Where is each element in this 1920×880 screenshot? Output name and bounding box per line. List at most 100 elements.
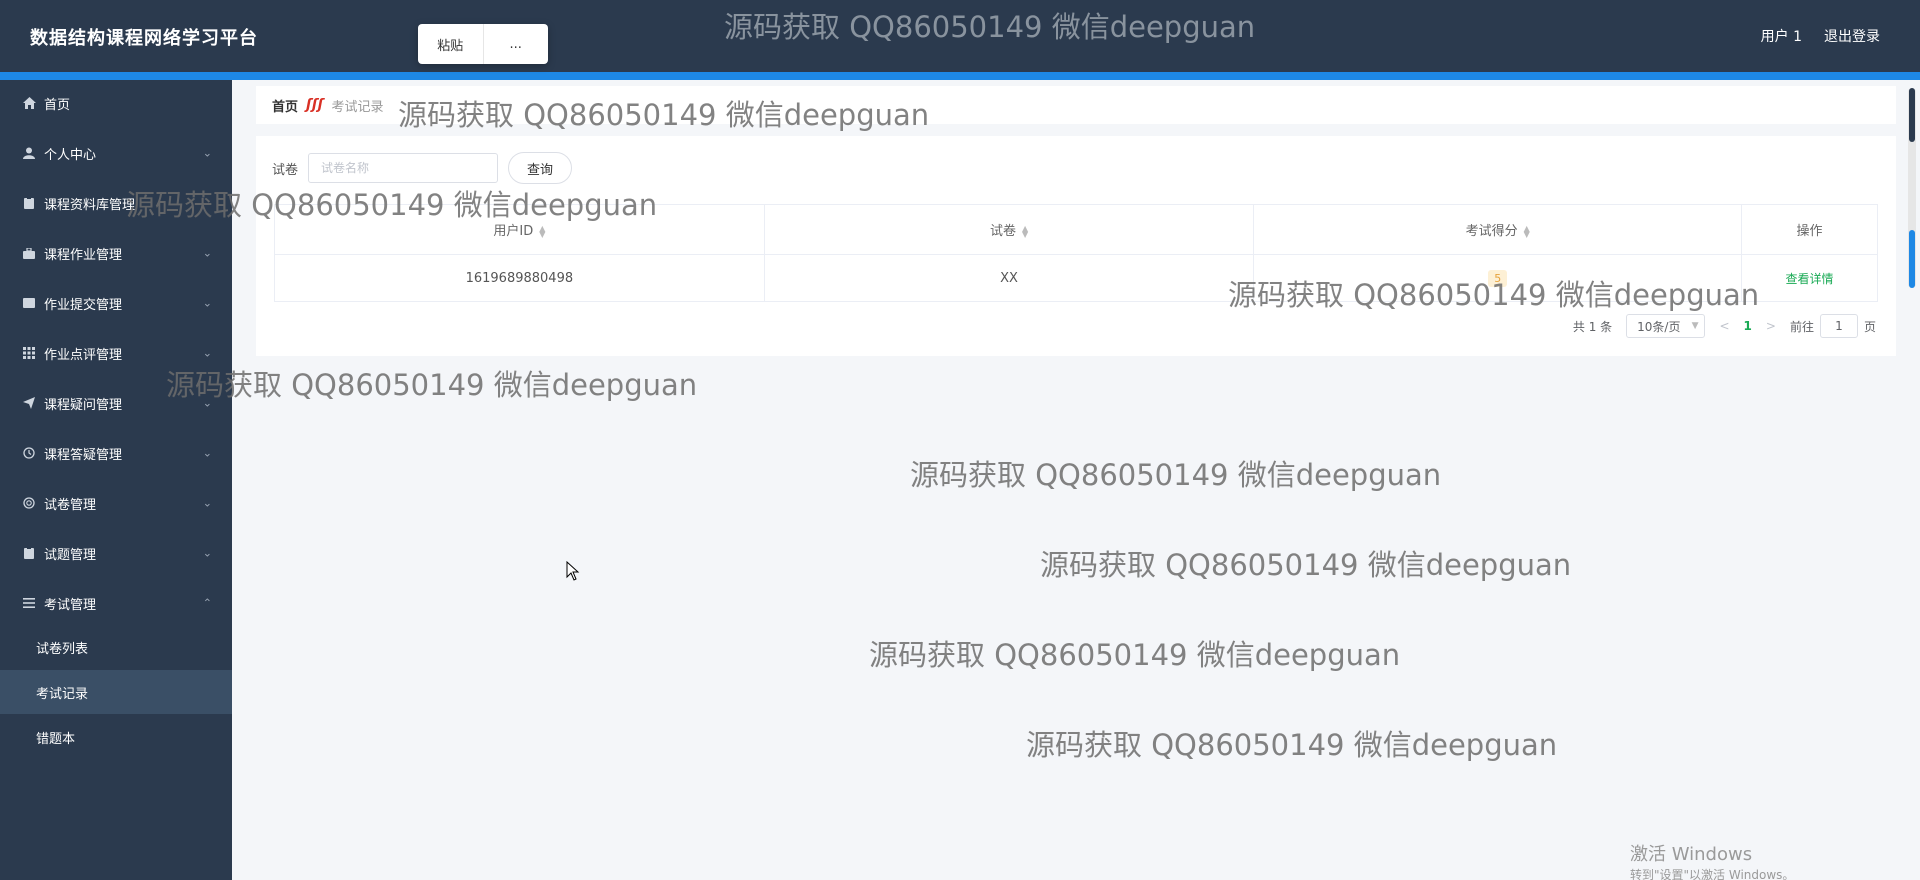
chevron-down-icon: ⌄ [202,346,212,360]
user-name[interactable]: 用户 1 [1761,26,1802,46]
home-icon [22,96,36,110]
sidebar-item-label: 个人中心 [44,147,97,163]
search-label: 试卷 [272,162,299,178]
score-badge: 5 [1488,269,1508,287]
page-size-select[interactable]: 10条/页 ▼ [1626,314,1706,338]
sidebar-item-home[interactable]: 首页 [0,78,232,128]
sidebar-subitem-paper-list[interactable]: 试卷列表 [0,625,232,669]
sidebar-subitem-wrong-questions[interactable]: 错题本 [0,715,232,759]
windows-activation-title: 激活 Windows [1630,844,1753,865]
sidebar-subitem-exam-records[interactable]: 考试记录 [0,670,232,714]
pagination: 共 1 条 10条/页 ▼ < 1 > 前往 1 页 [1573,314,1876,338]
breadcrumb: 首页 ʃʃʃ 考试记录 [256,86,1896,124]
top-accent-bar [0,72,1920,80]
table-header-row: 用户ID ▲ ▼ 试卷 ▲ ▼ 考试得分 ▲ ▼ 操作 [274,204,1878,255]
total-count: 共 1 条 [1572,319,1613,334]
breadcrumb-separator-icon: ʃʃʃ [306,97,324,113]
sidebar-item-review[interactable]: 作业点评管理 ⌄ [0,328,232,378]
column-label: 考试得分 [1465,224,1518,239]
clock-icon [22,446,36,460]
top-bar: 数据结构课程网络学习平台 源码获取 QQ86050149 微信deepguan … [0,0,1920,72]
sidebar-item-personal[interactable]: 个人中心 ⌄ [0,128,232,178]
sidebar-item-label: 作业点评管理 [44,347,123,363]
goto-label: 前往 [1789,319,1814,334]
briefcase-icon [22,246,36,260]
column-label: 用户ID [493,224,534,239]
sidebar-item-label: 课程疑问管理 [44,397,123,413]
chevron-down-icon: ⌄ [202,246,212,260]
breadcrumb-home[interactable]: 首页 [272,96,298,115]
page-suffix: 页 [1863,319,1876,334]
logout-link[interactable]: 退出登录 [1824,26,1880,46]
user-icon [22,146,36,160]
search-input[interactable] [308,153,499,183]
more-button[interactable]: ... [482,24,549,64]
current-page[interactable]: 1 [1744,319,1752,333]
sidebar-item-label: 课程资料库管理 [44,197,136,213]
sidebar-item-submission[interactable]: 作业提交管理 ⌄ [0,278,232,328]
paste-button[interactable]: 粘贴 [418,24,483,64]
sidebar-item-exams[interactable]: 考试管理 ⌃ [0,578,232,628]
prev-page-icon[interactable]: < [1719,319,1729,333]
search-bar: 试卷 查询 [272,152,573,184]
goto-page: 前往 1 页 [1790,314,1876,338]
scrollbar-thumb[interactable] [1909,230,1915,288]
sidebar-item-homework[interactable]: 课程作业管理 ⌄ [0,228,232,278]
chevron-down-icon: ⌄ [202,296,212,310]
column-header-paper[interactable]: 试卷 ▲ ▼ [763,204,1255,255]
sidebar-item-materials[interactable]: 课程资料库管理 [0,178,232,228]
chevron-up-icon: ⌃ [202,596,212,610]
top-right-menu: 用户 1 退出登录 [1761,26,1880,46]
clipboard-icon [22,196,36,210]
column-header-score[interactable]: 考试得分 ▲ ▼ [1253,204,1743,255]
watermark-text: 源码获取 QQ86050149 微信deepguan [724,10,1256,44]
page-size-value: 10条/页 [1637,319,1681,334]
chevron-down-icon: ⌄ [202,146,212,160]
context-popup: 粘贴 ... [418,24,548,64]
search-button[interactable]: 查询 [508,152,573,184]
column-header-user-id[interactable]: 用户ID ▲ ▼ [274,204,765,255]
watermark-text: 源码获取 QQ86050149 微信deepguan [869,638,1401,672]
column-label: 试卷 [989,224,1016,239]
scrollbar-top-thumb[interactable] [1909,88,1915,142]
watermark-text: 源码获取 QQ86050149 微信deepguan [910,458,1442,492]
cell-paper: XX [763,254,1255,302]
sidebar-item-label: 课程作业管理 [44,247,123,263]
next-page-icon[interactable]: > [1766,319,1776,333]
chevron-down-icon: ⌄ [202,446,212,460]
send-icon [22,396,36,410]
sidebar-item-label: 试卷管理 [44,497,97,513]
circle-icon [22,496,36,510]
sort-icon[interactable]: ▲ ▼ [1524,224,1530,238]
sort-icon[interactable]: ▲ ▼ [539,224,545,238]
grid-icon [22,346,36,360]
sidebar-item-label: 作业提交管理 [44,297,123,313]
main-panel: 试卷 查询 用户ID ▲▼ 试卷 ▲▼ 考试得分 ▲▼ 操作 161968988049… [256,136,1896,356]
sidebar-item-question-bank[interactable]: 试题管理 ⌄ [0,528,232,578]
column-label: 操作 [1796,224,1823,239]
watermark-text: 源码获取 QQ86050149 微信deepguan [1026,728,1558,762]
chevron-down-icon: ⌄ [202,496,212,510]
sidebar-item-answers[interactable]: 课程答疑管理 ⌄ [0,428,232,478]
clipboard-icon [22,546,36,560]
chevron-down-icon: ⌄ [202,546,212,560]
cell-score: 5 [1253,254,1743,302]
sidebar-item-label: 课程答疑管理 [44,447,123,463]
cell-actions: 查看详情 [1741,254,1878,302]
folder-icon [22,296,36,310]
sidebar-item-label: 首页 [44,97,71,113]
sidebar-item-label: 试题管理 [44,547,97,563]
list-icon [22,596,36,610]
view-details-link[interactable]: 查看详情 [1786,272,1834,286]
sidebar-item-papers[interactable]: 试卷管理 ⌄ [0,478,232,528]
chevron-down-icon: ⌄ [202,396,212,410]
app-title: 数据结构课程网络学习平台 [30,28,258,49]
watermark-text: 源码获取 QQ86050149 微信deepguan [166,368,698,402]
sort-icon[interactable]: ▲ ▼ [1022,224,1028,238]
sidebar-item-questions[interactable]: 课程疑问管理 ⌄ [0,378,232,428]
watermark-text: 源码获取 QQ86050149 微信deepguan [1040,548,1572,582]
goto-page-input[interactable]: 1 [1819,314,1858,338]
exam-records-table: 用户ID ▲ ▼ 试卷 ▲ ▼ 考试得分 ▲ ▼ 操作 1619689880498 XX 5… [274,204,1878,302]
cell-user-id: 1619689880498 [274,254,765,302]
column-header-actions: 操作 [1741,204,1878,255]
